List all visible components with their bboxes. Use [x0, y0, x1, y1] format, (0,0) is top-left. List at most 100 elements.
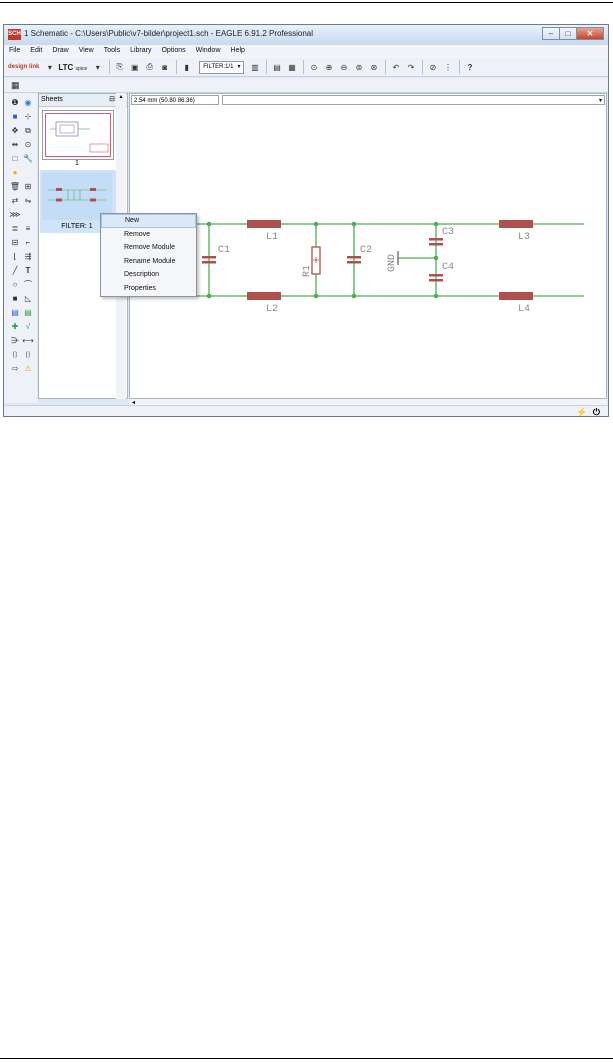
text-icon[interactable]: T	[22, 265, 34, 277]
zoom-redraw-icon[interactable]: ⊚	[352, 61, 365, 74]
board-icon[interactable]: ▤	[270, 61, 283, 74]
inductor-l1-body	[247, 220, 281, 228]
junction-icon[interactable]: ✚	[9, 321, 21, 333]
miter-icon[interactable]: ⌐	[22, 237, 34, 249]
pinswap-icon[interactable]: ⇄	[9, 195, 21, 207]
mark-icon[interactable]: ⊹	[22, 111, 34, 123]
zoom-fit-icon[interactable]: ⊙	[307, 61, 320, 74]
menu-file[interactable]: File	[4, 45, 25, 58]
port-icon[interactable]: ⌷	[22, 349, 34, 361]
maximize-button[interactable]: □	[559, 27, 577, 40]
invoke-icon[interactable]: ⇶	[22, 251, 34, 263]
menu-item-rename-module[interactable]: Rename Module	[101, 255, 196, 269]
menu-item-remove-module[interactable]: Remove Module	[101, 241, 196, 255]
split-icon[interactable]: ⌊	[9, 251, 21, 263]
rectangle-icon[interactable]: ■	[9, 293, 21, 305]
minimize-button[interactable]: –	[542, 27, 560, 40]
chevron-down-icon[interactable]: ▾	[599, 96, 602, 106]
capacitor-c1-plate	[202, 261, 216, 264]
sheet-thumbnail-1[interactable]	[42, 110, 114, 160]
name-icon[interactable]: ≣	[9, 223, 21, 235]
go-icon[interactable]: ⋮	[441, 61, 454, 74]
label-r1: R1	[302, 265, 313, 277]
menu-item-properties[interactable]: Properties	[101, 282, 196, 296]
pin-icon[interactable]: ⊟	[109, 94, 115, 106]
dimension-icon[interactable]: ⟷	[22, 335, 34, 347]
polygon-icon[interactable]: ◺	[22, 293, 34, 305]
value-icon[interactable]: ≡	[22, 223, 34, 235]
menu-item-description[interactable]: Description	[101, 268, 196, 282]
menu-edit[interactable]: Edit	[25, 45, 47, 58]
menu-draw[interactable]: Draw	[47, 45, 73, 58]
smash-icon[interactable]: ⊟	[9, 237, 21, 249]
save-icon[interactable]: ▣	[128, 61, 141, 74]
group-icon[interactable]: □	[9, 153, 21, 165]
info-icon[interactable]: ❶	[9, 97, 21, 109]
menu-tools[interactable]: Tools	[99, 45, 125, 58]
zoom-in-icon[interactable]: ⊕	[322, 61, 335, 74]
ltc-spice-button[interactable]: LTC spice	[58, 63, 87, 72]
label-l2: L2	[266, 304, 278, 315]
print-icon[interactable]: ⎙	[143, 61, 156, 74]
redo-icon[interactable]: ↷	[404, 61, 417, 74]
help-icon[interactable]: ?	[463, 61, 476, 74]
title-bar[interactable]: SCH 1 Schematic - C:\Users\Public\v7-bil…	[4, 25, 608, 45]
dropdown-arrow-icon[interactable]: ▾	[43, 61, 56, 74]
circle-icon[interactable]: ○	[9, 279, 21, 291]
scroll-up-icon[interactable]: ▴	[116, 93, 126, 101]
zoom-out-icon[interactable]: ⊖	[337, 61, 350, 74]
app-icon: SCH	[8, 29, 21, 40]
delete-icon[interactable]: 🗑	[9, 181, 21, 193]
arc-icon[interactable]: ⌒	[22, 279, 34, 291]
change-icon[interactable]: 🔧	[22, 153, 34, 165]
move-icon[interactable]: ✥	[9, 125, 21, 137]
open-icon[interactable]: ⎘	[113, 61, 126, 74]
stop-icon[interactable]: ⊘	[426, 61, 439, 74]
wire-icon[interactable]: ╱	[9, 265, 21, 277]
erc-icon[interactable]: ⇨	[9, 363, 21, 375]
stop-icon[interactable]: ⏻	[593, 407, 600, 416]
attribute-icon[interactable]: ⋺	[9, 335, 21, 347]
replace-icon[interactable]: ⇋	[22, 195, 34, 207]
menu-options[interactable]: Options	[156, 45, 190, 58]
dropdown-arrow-icon[interactable]: ▾	[91, 61, 104, 74]
sheet-select[interactable]: FILTER:1/1 ▾	[199, 60, 245, 74]
display-icon[interactable]: ■	[9, 111, 21, 123]
warning-icon[interactable]: ⚠	[22, 363, 34, 375]
rotate-icon[interactable]: ⊙	[22, 139, 34, 151]
menu-help[interactable]: Help	[226, 45, 250, 58]
module-icon[interactable]: ⌷	[9, 349, 21, 361]
cam-icon[interactable]: ◙	[158, 61, 171, 74]
capacitor-c1-plate	[202, 256, 216, 259]
command-line[interactable]: ▾	[222, 95, 605, 105]
zoom-select-icon[interactable]: ⊛	[367, 61, 380, 74]
parameter-toolbar: ▦	[4, 78, 608, 93]
label-c3: C3	[442, 227, 454, 238]
net-icon[interactable]: ▤	[22, 307, 34, 319]
bus-icon[interactable]: ▤	[9, 307, 21, 319]
paste-icon[interactable]: ●	[9, 167, 21, 179]
menu-window[interactable]: Window	[191, 45, 226, 58]
grid-icon[interactable]: ▦	[11, 80, 22, 90]
undo-icon[interactable]: ↶	[389, 61, 402, 74]
menu-item-new[interactable]: New	[101, 214, 196, 228]
junction-dot	[433, 255, 439, 261]
close-button[interactable]: ✕	[576, 27, 604, 40]
schematic-icon[interactable]: ▦	[285, 61, 298, 74]
menu-library[interactable]: Library	[125, 45, 156, 58]
add-icon[interactable]: ⊞	[22, 181, 34, 193]
sheets-panel-header: Sheets ⊟ ✕	[39, 94, 127, 107]
gateswap-icon[interactable]: ⋙	[9, 209, 21, 221]
use-library-icon[interactable]: ▥	[248, 61, 261, 74]
menu-view[interactable]: View	[74, 45, 99, 58]
main-toolbar: design link ▾ LTC spice ▾ ⎘ ▣ ⎙ ◙ ▮ FILT…	[4, 58, 608, 77]
lightning-icon[interactable]: ⚡	[576, 407, 587, 416]
mirror-icon[interactable]: ⇹	[9, 139, 21, 151]
menu-item-remove[interactable]: Remove	[101, 228, 196, 242]
copy-icon[interactable]: ⧉	[22, 125, 34, 137]
sheet-label-1: 1	[75, 160, 79, 167]
design-link-button[interactable]: design link	[8, 64, 39, 71]
label-icon[interactable]: √	[22, 321, 34, 333]
show-icon[interactable]: ◉	[22, 97, 34, 109]
schematic-canvas[interactable]: 2.54 mm (50.80 86.36) ▾ C1 L1 L2 C2 C3 C…	[129, 93, 607, 399]
